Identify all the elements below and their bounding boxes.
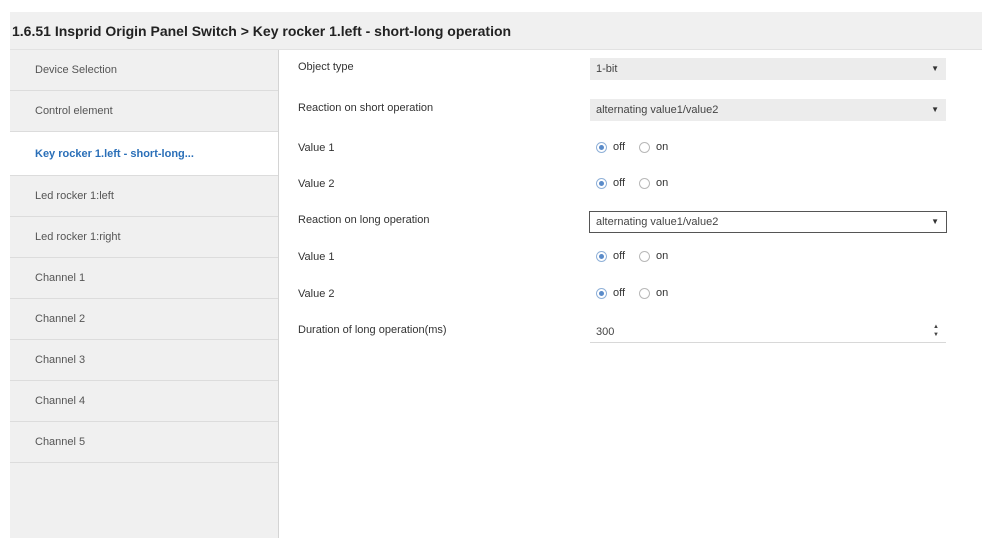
param-label-long-reaction: Reaction on long operation <box>298 214 430 226</box>
spinner-arrows-icon[interactable]: ▲ ▼ <box>932 323 940 339</box>
sidebar-item-key-rocker-left[interactable]: Key rocker 1.left - short-long... <box>10 132 278 176</box>
short-reaction-dropdown[interactable]: alternating value1/value2 ▼ <box>590 99 946 121</box>
chevron-down-icon: ▼ <box>931 105 939 114</box>
sidebar-item-channel-2[interactable]: Channel 2 <box>10 299 278 340</box>
chevron-down-icon: ▼ <box>931 64 939 73</box>
long-duration-spinbox[interactable]: 300 ▲ ▼ <box>590 321 946 343</box>
long-value1-on-radio[interactable] <box>639 250 651 262</box>
long-value2-off-radio[interactable] <box>596 287 607 299</box>
param-row-short-value2: Value 2 off on <box>280 172 982 200</box>
sidebar-item-device-selection[interactable]: Device Selection <box>10 50 278 91</box>
title-bar: 1.6.51 Insprid Origin Panel Switch > Key… <box>10 12 982 50</box>
param-row-long-value2: Value 2 off on <box>280 282 982 310</box>
short-value2-radio-group: off on <box>596 177 682 189</box>
long-value2-radio-group: off on <box>596 287 682 299</box>
long-reaction-value: alternating value1/value2 <box>596 216 719 228</box>
short-value1-off-radio[interactable] <box>596 141 607 153</box>
long-value1-off-label: off <box>613 250 626 262</box>
sidebar-item-channel-4[interactable]: Channel 4 <box>10 381 278 422</box>
param-label-long-value1: Value 1 <box>298 251 335 263</box>
long-value2-on-radio[interactable] <box>639 287 651 299</box>
spin-up-icon[interactable]: ▲ <box>933 323 939 331</box>
sidebar-item-led-rocker-left[interactable]: Led rocker 1:left <box>10 176 278 217</box>
object-type-dropdown[interactable]: 1-bit ▼ <box>590 58 946 80</box>
param-label-long-duration: Duration of long operation(ms) <box>298 324 447 336</box>
long-value1-on-label: on <box>656 250 669 262</box>
short-value2-on-label: on <box>656 177 669 189</box>
window-title: 1.6.51 Insprid Origin Panel Switch > Key… <box>12 22 512 39</box>
sidebar-item-channel-5[interactable]: Channel 5 <box>10 422 278 463</box>
short-value2-off-label: off <box>613 177 626 189</box>
param-label-short-value1: Value 1 <box>298 142 335 154</box>
sidebar-item-channel-3[interactable]: Channel 3 <box>10 340 278 381</box>
parameter-panel: Object type 1-bit ▼ Reaction on short op… <box>280 50 982 538</box>
param-row-short-reaction: Reaction on short operation alternating … <box>280 96 982 124</box>
short-reaction-value: alternating value1/value2 <box>596 104 719 116</box>
parameter-window: 1.6.51 Insprid Origin Panel Switch > Key… <box>10 12 982 538</box>
long-value1-off-radio[interactable] <box>596 250 607 262</box>
short-value2-off-radio[interactable] <box>596 177 607 189</box>
long-duration-value: 300 <box>596 326 615 338</box>
spin-down-icon[interactable]: ▼ <box>933 331 939 339</box>
param-label-short-reaction: Reaction on short operation <box>298 102 434 114</box>
chevron-down-icon: ▼ <box>931 217 939 226</box>
param-row-object-type: Object type 1-bit ▼ <box>280 55 982 83</box>
long-reaction-dropdown[interactable]: alternating value1/value2 ▼ <box>589 211 947 233</box>
param-row-short-value1: Value 1 off on <box>280 136 982 164</box>
param-row-long-duration: Duration of long operation(ms) 300 ▲ ▼ <box>280 318 982 346</box>
sidebar-item-channel-1[interactable]: Channel 1 <box>10 258 278 299</box>
sidebar-item-led-rocker-right[interactable]: Led rocker 1:right <box>10 217 278 258</box>
param-label-short-value2: Value 2 <box>298 178 335 190</box>
param-row-long-reaction: Reaction on long operation alternating v… <box>280 208 982 236</box>
short-value1-off-label: off <box>613 141 626 153</box>
sidebar: Device Selection Control element Key roc… <box>10 50 279 538</box>
sidebar-item-control-element[interactable]: Control element <box>10 91 278 132</box>
object-type-value: 1-bit <box>596 63 618 75</box>
short-value1-on-radio[interactable] <box>639 141 651 153</box>
long-value2-on-label: on <box>656 287 669 299</box>
param-label-long-value2: Value 2 <box>298 288 335 300</box>
param-label-object-type: Object type <box>298 61 354 73</box>
short-value1-on-label: on <box>656 141 669 153</box>
long-value2-off-label: off <box>613 287 626 299</box>
short-value1-radio-group: off on <box>596 141 682 153</box>
param-row-long-value1: Value 1 off on <box>280 245 982 273</box>
short-value2-on-radio[interactable] <box>639 177 651 189</box>
long-value1-radio-group: off on <box>596 250 682 262</box>
